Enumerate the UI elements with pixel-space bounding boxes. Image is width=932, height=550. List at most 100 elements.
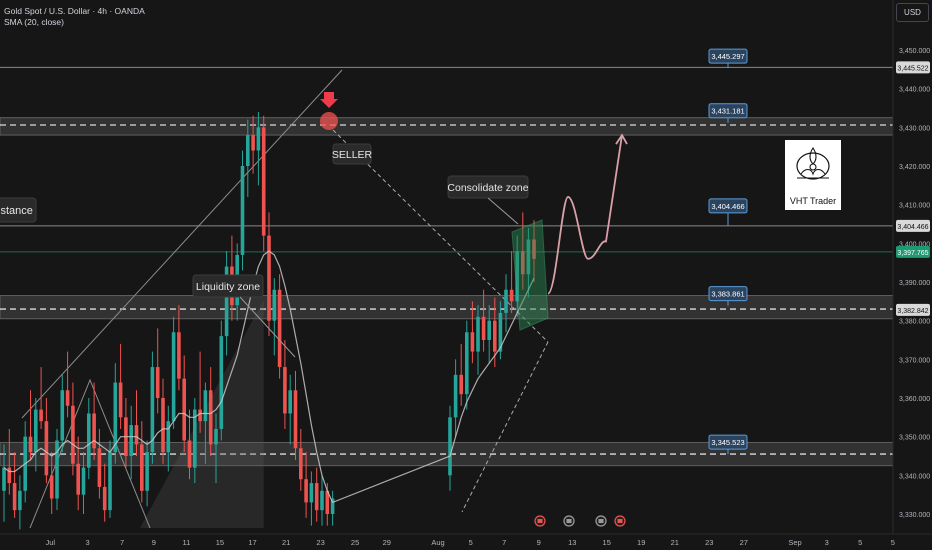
candle-body [459,374,463,395]
candle-body [102,486,107,511]
price-label-text: 3,445.297 [711,52,744,61]
candle-body [267,235,271,321]
candle-body [34,409,38,453]
x-tick-label: 3 [86,538,90,547]
x-tick-label: 21 [282,538,290,547]
candle-body [208,390,213,445]
candle-body [187,440,192,468]
candle-body [504,289,508,313]
event-icon [563,515,575,527]
candle-body [240,166,245,255]
currency-button[interactable]: USD [896,3,929,22]
y-tick-label: 3,350.000 [899,435,930,442]
candle-body [509,289,514,302]
consolidate-label: Consolidate zone [447,175,529,199]
candle-body [283,367,287,414]
right-price-tag-text: 3,445.522 [897,65,928,72]
candle-body [12,483,17,511]
x-tick-label: 13 [568,538,576,547]
candle-body [171,332,176,422]
x-tick-label: Sep [788,538,801,547]
x-tick-label: 17 [248,538,256,547]
candle-body [134,425,139,445]
candle-body [65,390,70,406]
x-tick-label: 7 [502,538,506,547]
candle-body [44,421,49,476]
event-icon [534,515,546,527]
x-tick-label: 5 [858,538,862,547]
candle-body [493,320,497,352]
candle-body [304,479,308,503]
x-tick-label: 3 [825,538,829,547]
candle-body [193,409,197,468]
indicator-label: SMA (20, close) [4,17,64,27]
candle-body [145,452,149,491]
candle-body [76,463,80,495]
x-tick-label: 7 [120,538,124,547]
candle-body [203,390,208,422]
candle-body [288,390,292,414]
candle-body [71,405,75,464]
event-icon-flag [598,519,604,523]
candle-body [453,374,458,418]
event-icon-flag [566,519,572,523]
candle-body [87,413,91,468]
y-tick-label: 3,430.000 [899,125,930,132]
right-price-tag-text: 3,382.842 [897,308,928,315]
x-tick-label: Jul [46,538,56,547]
candle-body [18,490,22,511]
x-tick-label: 9 [152,538,156,547]
y-tick-label: 3,450.000 [899,48,930,55]
candle-body [219,336,224,429]
candle-body [161,398,165,453]
seller-label: SELLER [332,143,373,165]
event-icon-flag [617,519,623,523]
supply-demand-zone [0,117,894,136]
candle-body [320,490,324,511]
candle-body [214,428,218,445]
x-tick-label: 21 [671,538,679,547]
candle-body [97,448,102,487]
liquidity-label-text: Liquidity zone [196,281,260,293]
candle-body [293,390,298,449]
candle-body [476,316,480,352]
price-label-text: 3,383.861 [711,290,744,299]
x-tick-label: 23 [705,538,713,547]
y-tick-label: 3,330.000 [899,512,930,519]
candle-body [251,135,255,151]
candle-body [177,332,181,379]
right-price-tag: 3,404.466 [896,219,930,232]
liquidity-label: Liquidity zone [192,274,264,298]
right-price-tag: 3,445.522 [896,61,930,74]
logo-text: VHT Trader [789,196,837,206]
x-tick-label: 27 [740,538,748,547]
candle-body [465,332,469,395]
candle-body [182,378,186,441]
y-tick-label: 3,340.000 [899,473,930,480]
candle-body [2,467,6,491]
candle-body [256,127,261,151]
y-tick-label: 3,370.000 [899,357,930,364]
candle-body [309,483,314,503]
event-icon [595,515,607,527]
candle-body [277,289,282,368]
candle-body [261,127,266,236]
candle-body [272,289,277,321]
x-tick-label: 19 [637,538,645,547]
event-icon-flag [537,519,543,523]
resistance-label-text: istance [0,205,33,217]
candle-body [166,421,171,453]
x-tick-label: 11 [183,538,191,547]
price-label-text: 3,404.466 [711,202,744,211]
y-tick-label: 3,410.000 [899,203,930,210]
seller-label-text: SELLER [332,149,373,161]
candle-body [198,409,202,422]
price-chart[interactable]: SELLER Consolidate zone Liquidity zone ista… [0,0,932,550]
x-tick-label: 23 [316,538,324,547]
candle-body [448,417,452,476]
plot-background [0,0,932,550]
seller-circle [320,112,338,130]
y-tick-label: 3,420.000 [899,164,930,171]
y-tick-label: 3,380.000 [899,319,930,326]
right-price-tag-text: 3,404.466 [897,224,928,231]
